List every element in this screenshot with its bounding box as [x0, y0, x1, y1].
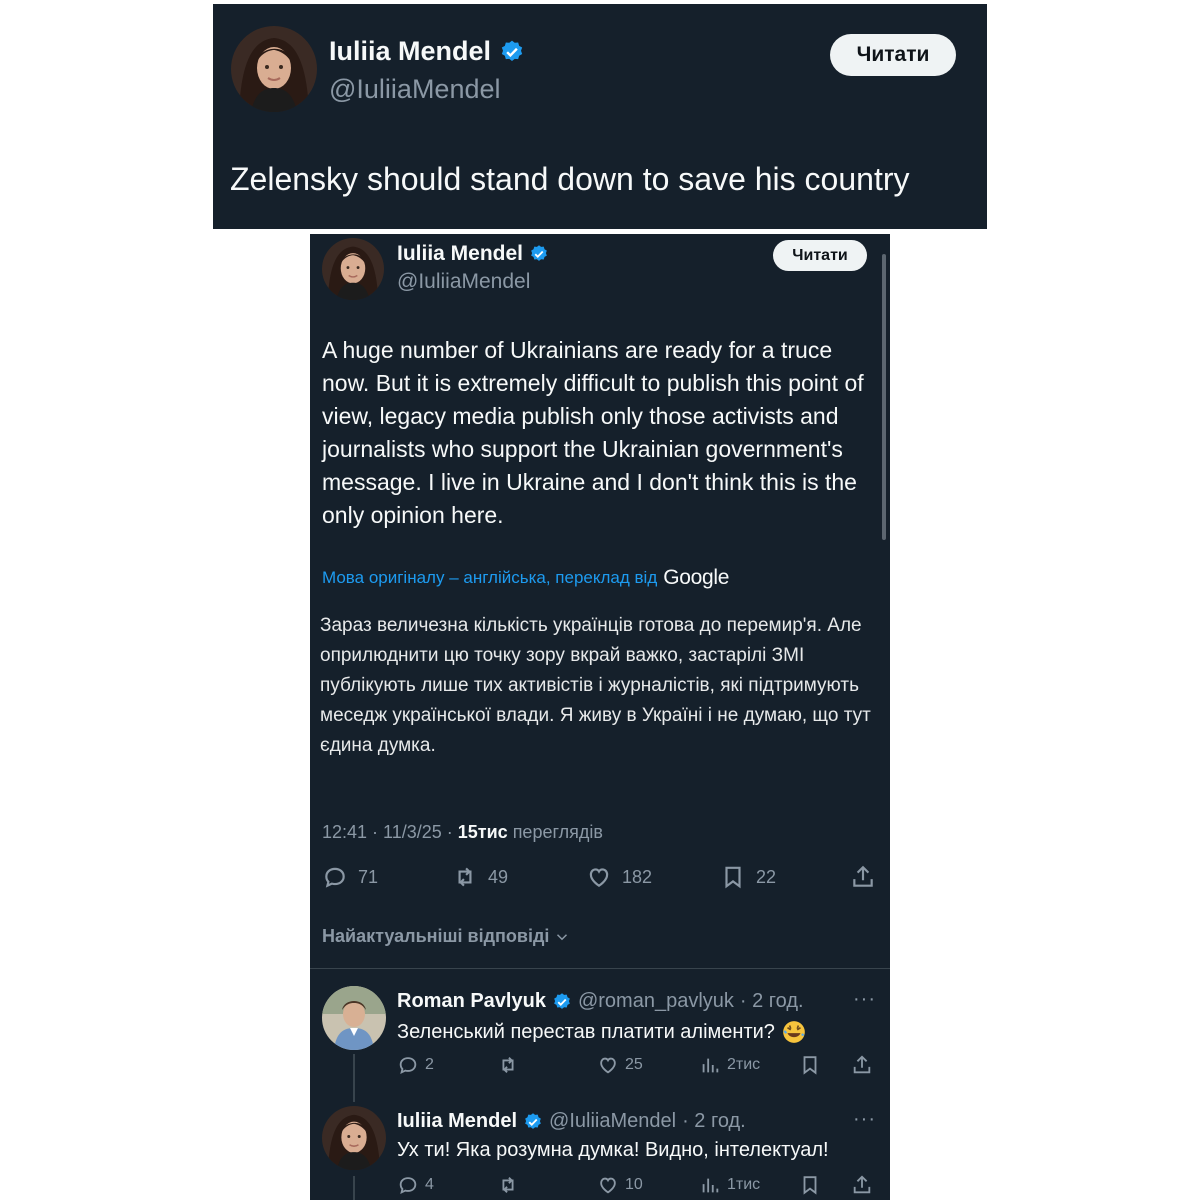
avatar[interactable] [322, 986, 386, 1050]
more-options-icon[interactable]: ··· [853, 988, 876, 1011]
like-count: 25 [625, 1056, 643, 1073]
author-handle[interactable]: @IuliiaMendel [397, 270, 530, 294]
views-count: 2тис [727, 1056, 761, 1073]
repost-icon [502, 1177, 514, 1193]
thread-line [353, 1176, 355, 1200]
replies-sort-dropdown[interactable]: Найактуальніші відповіді [322, 926, 571, 947]
verified-badge-icon [501, 40, 523, 61]
share-icon [853, 1055, 871, 1074]
author-name-row[interactable]: Iuliia Mendel [329, 36, 525, 67]
share-button[interactable] [851, 1174, 873, 1196]
reply-header: Roman Pavlyuk @roman_pavlyuk · 2 год. [397, 990, 804, 1013]
bookmark-button[interactable]: 22 [720, 864, 776, 890]
repost-button[interactable]: 49 [452, 864, 508, 890]
analytics-icon [702, 1178, 719, 1193]
repost-count: 49 [488, 866, 509, 887]
author-name[interactable]: Iuliia Mendel [397, 242, 523, 266]
reply-item[interactable]: Roman Pavlyuk @roman_pavlyuk · 2 год. ··… [310, 986, 890, 1096]
like-button[interactable]: 25 [597, 1054, 643, 1076]
views-button[interactable]: 2тис [699, 1054, 760, 1076]
tweet-actions: 71 49 182 22 [322, 864, 878, 894]
more-options-icon[interactable]: ··· [853, 1108, 876, 1131]
repost-button[interactable] [497, 1054, 519, 1076]
reply-actions: 2 25 2тис [397, 1054, 877, 1078]
repost-icon [458, 867, 472, 887]
reply-text: Ух ти! Яка розумна думка! Видно, інтелек… [397, 1139, 829, 1162]
verified-badge-icon [554, 992, 570, 1009]
reply-author-handle[interactable]: @roman_pavlyuk [578, 990, 734, 1013]
scrollbar[interactable] [882, 254, 886, 540]
views-count: 15тис [457, 822, 508, 842]
tweet-detail-screen: Iuliia Mendel @IuliiaMendel Читати A hug… [310, 234, 890, 1200]
author-name[interactable]: Iuliia Mendel [329, 36, 491, 67]
like-count: 10 [625, 1176, 643, 1193]
repost-button[interactable] [497, 1174, 519, 1196]
bookmark-icon [803, 1176, 817, 1195]
tweet-text: A huge number of Ukrainians are ready fo… [322, 337, 864, 528]
verified-badge-icon [525, 1112, 541, 1129]
reply-button[interactable]: 4 [397, 1174, 434, 1196]
reply-icon [325, 867, 345, 888]
bookmark-button[interactable] [799, 1054, 821, 1076]
reply-icon [399, 1057, 417, 1074]
avatar[interactable] [322, 1106, 386, 1170]
reply-count: 2 [425, 1056, 434, 1073]
reply-header: Iuliia Mendel @IuliiaMendel · 2 год. [397, 1110, 746, 1133]
like-count: 182 [622, 866, 653, 887]
heart-icon [600, 1177, 616, 1194]
translation-note-label[interactable]: Мова оригіналу – англійська, переклад ві… [322, 568, 657, 588]
reply-item[interactable]: Iuliia Mendel @IuliiaMendel · 2 год. ···… [310, 1106, 890, 1200]
reply-author-handle[interactable]: @IuliiaMendel [549, 1110, 676, 1133]
reply-count: 71 [358, 866, 379, 887]
reply-button[interactable]: 71 [322, 864, 378, 890]
heart-icon [600, 1057, 616, 1074]
quoted-tweet-card: Iuliia Mendel @IuliiaMendel Читати Zelen… [213, 4, 987, 229]
verified-badge-icon [531, 245, 547, 261]
chevron-down-icon [557, 933, 568, 940]
share-icon [853, 1175, 871, 1194]
author-handle[interactable]: @IuliiaMendel [329, 74, 501, 105]
sort-label[interactable]: Найактуальніші відповіді [322, 926, 549, 947]
translated-text: Зараз величезна кількість українців гото… [320, 615, 871, 756]
bookmark-count: 22 [756, 866, 777, 887]
reply-time[interactable]: · 2 год. [682, 1110, 746, 1133]
analytics-icon [702, 1058, 719, 1073]
tweet-text: Zelensky should stand down to save his c… [230, 161, 910, 197]
heart-icon [589, 868, 609, 887]
reply-author-name[interactable]: Roman Pavlyuk [397, 990, 546, 1013]
bookmark-button[interactable] [799, 1174, 821, 1196]
reply-count: 4 [425, 1176, 434, 1193]
divider [310, 968, 890, 969]
follow-button[interactable]: Читати [830, 34, 956, 76]
follow-button[interactable]: Читати [773, 240, 867, 271]
reply-author-name[interactable]: Iuliia Mendel [397, 1110, 517, 1133]
reply-actions: 4 10 1тис [397, 1174, 877, 1198]
share-button[interactable] [850, 864, 876, 890]
like-button[interactable]: 182 [586, 864, 652, 890]
views-button[interactable]: 1тис [699, 1174, 760, 1196]
tweet-timestamp[interactable]: 12:41 · 11/3/25 · [322, 822, 458, 842]
like-button[interactable]: 10 [597, 1174, 643, 1196]
avatar[interactable] [231, 26, 317, 112]
thread-line [353, 1054, 355, 1102]
share-icon [853, 865, 873, 887]
tweet-meta: 12:41 · 11/3/25 · 15тис переглядів [322, 822, 603, 843]
rolling-laughing-emoji [783, 1021, 805, 1043]
reply-button[interactable]: 2 [397, 1054, 434, 1076]
avatar[interactable] [322, 238, 384, 300]
views-count: 1тис [727, 1176, 761, 1193]
reply-text-content: Зеленський перестав платити аліменти? [397, 1020, 775, 1043]
reply-text-content: Ух ти! Яка розумна думка! Видно, інтелек… [397, 1139, 829, 1161]
reply-text: Зеленський перестав платити аліменти? [397, 1019, 807, 1045]
bookmark-icon [803, 1056, 817, 1075]
reply-icon [399, 1177, 417, 1194]
google-logo: Google [663, 566, 730, 589]
reply-time[interactable]: · 2 год. [740, 990, 804, 1013]
bookmark-icon [725, 866, 741, 889]
views-label: переглядів [507, 822, 603, 842]
translation-note[interactable]: Мова оригіналу – англійська, переклад ві… [322, 566, 729, 590]
share-button[interactable] [851, 1054, 873, 1076]
author-name-row[interactable]: Iuliia Mendel [397, 242, 549, 266]
repost-icon [502, 1057, 514, 1073]
